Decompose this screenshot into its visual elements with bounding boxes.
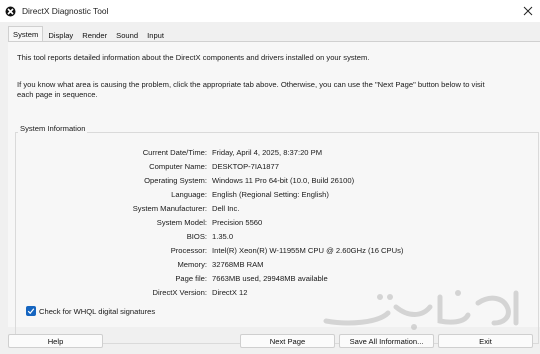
info-row-memory: Memory: 32768MB RAM (16, 258, 540, 270)
system-information-title: System Information (18, 124, 88, 133)
info-row-datetime: Current Date/Time: Friday, April 4, 2025… (16, 146, 540, 158)
info-row-computer-name: Computer Name: DESKTOP-7IA1877 (16, 160, 540, 172)
save-all-information-button[interactable]: Save All Information... (339, 334, 434, 348)
exit-button[interactable]: Exit (438, 334, 533, 348)
info-label: System Model: (156, 217, 207, 227)
directx-app-icon (5, 6, 16, 17)
info-value: Friday, April 4, 2025, 8:37:20 PM (212, 147, 323, 157)
info-value: 7663MB used, 29948MB available (212, 273, 328, 283)
info-value: 32768MB RAM (212, 259, 264, 269)
info-value: 1.35.0 (212, 231, 234, 241)
info-value: DirectX 12 (212, 287, 248, 297)
tab-system[interactable]: System (8, 26, 44, 42)
info-value: Intel(R) Xeon(R) W-11955M CPU @ 2.60GHz … (212, 245, 404, 255)
info-label: DirectX Version: (152, 287, 207, 297)
whql-checkbox[interactable] (26, 306, 36, 316)
info-label: Page file: (175, 273, 207, 283)
tab-sound[interactable]: Sound (112, 28, 142, 42)
info-row-system-model: System Model: Precision 5560 (16, 216, 540, 228)
tab-input[interactable]: Input (143, 28, 168, 42)
help-button[interactable]: Help (8, 334, 103, 348)
info-row-manufacturer: System Manufacturer: Dell Inc. (16, 202, 540, 214)
info-row-operating-system: Operating System: Windows 11 Pro 64-bit … (16, 174, 540, 186)
checkmark-icon (27, 308, 35, 315)
title-bar: DirectX Diagnostic Tool (0, 0, 540, 22)
info-label: Current Date/Time: (142, 147, 207, 157)
instruction-text-line1: If you know what area is causing the pro… (17, 80, 485, 89)
info-value: English (Regional Setting: English) (212, 189, 329, 199)
watermark-logo (323, 290, 519, 330)
intro-text: This tool reports detailed information a… (17, 53, 370, 62)
info-value: Dell Inc. (212, 203, 240, 213)
info-label: Processor: (170, 245, 207, 255)
info-value: DESKTOP-7IA1877 (212, 161, 279, 171)
whql-checkbox-row[interactable]: Check for WHQL digital signatures (26, 306, 155, 316)
info-label: Language: (171, 189, 207, 199)
info-label: System Manufacturer: (132, 203, 207, 213)
info-label: Memory: (177, 259, 207, 269)
info-label: BIOS: (186, 231, 207, 241)
tab-strip: System Display Render Sound Input (0, 26, 540, 42)
instruction-text-line2: each page in sequence. (17, 90, 98, 99)
tab-display[interactable]: Display (44, 28, 77, 42)
window-title: DirectX Diagnostic Tool (22, 6, 109, 16)
info-row-bios: BIOS: 1.35.0 (16, 230, 540, 242)
info-value: Precision 5560 (212, 217, 263, 227)
info-label: Computer Name: (149, 161, 207, 171)
close-icon[interactable] (522, 5, 534, 17)
whql-checkbox-label: Check for WHQL digital signatures (39, 306, 156, 316)
info-label: Operating System: (144, 175, 207, 185)
info-row-language: Language: English (Regional Setting: Eng… (16, 188, 540, 200)
info-row-processor: Processor: Intel(R) Xeon(R) W-11955M CPU… (16, 244, 540, 256)
next-page-button[interactable]: Next Page (240, 334, 335, 348)
info-value: Windows 11 Pro 64-bit (10.0, Build 26100… (212, 175, 355, 185)
tab-render[interactable]: Render (78, 28, 111, 42)
